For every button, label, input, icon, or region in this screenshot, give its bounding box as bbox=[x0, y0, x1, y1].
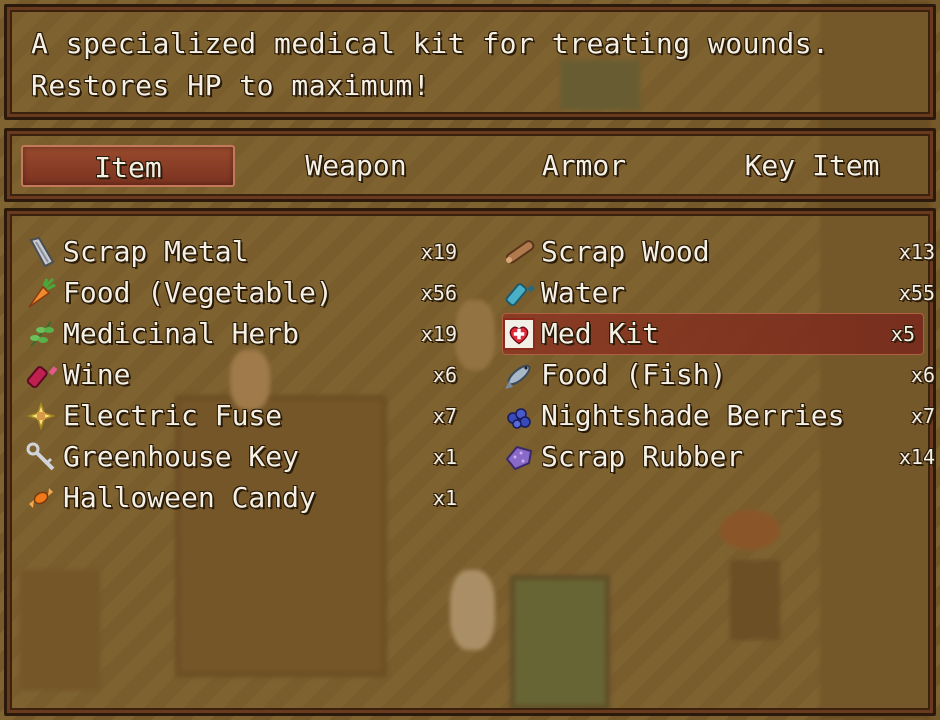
list-item-scrap-metal[interactable]: Scrap Metal x19 bbox=[25, 232, 465, 272]
tab-item[interactable]: Item bbox=[21, 145, 235, 187]
scrap-metal-icon bbox=[29, 236, 55, 268]
list-item-scrap-wood[interactable]: Scrap Wood x13 bbox=[503, 232, 940, 272]
water-bottle-icon bbox=[505, 283, 535, 307]
help-text-line-2: Restores HP to maximum! bbox=[31, 69, 431, 102]
tab-armor[interactable]: Armor bbox=[477, 145, 691, 187]
category-tabs: Item Weapon Armor Key Item bbox=[4, 128, 936, 202]
list-item-greenhouse-key[interactable]: Greenhouse Key x1 bbox=[25, 437, 465, 477]
list-item-food-fish[interactable]: Food (Fish) x6 bbox=[503, 355, 940, 395]
wine-bottle-icon bbox=[26, 366, 57, 389]
item-name: Food (Vegetable) bbox=[63, 276, 333, 309]
item-name: Scrap Metal bbox=[63, 235, 249, 268]
tab-weapon[interactable]: Weapon bbox=[249, 145, 463, 187]
item-name: Scrap Wood bbox=[541, 235, 710, 268]
item-count: x6 bbox=[432, 363, 457, 387]
item-count: x5 bbox=[890, 322, 915, 346]
item-list: Scrap Metal x19 Scrap Wood x13 Food (Veg… bbox=[4, 208, 936, 716]
help-text-line-1: A specialized medical kit for treating w… bbox=[31, 27, 830, 60]
carrot-icon bbox=[28, 277, 56, 308]
list-item-water[interactable]: Water x55 bbox=[503, 273, 940, 313]
list-item-nightshade-berries[interactable]: Nightshade Berries x7 bbox=[503, 396, 940, 436]
item-count: x13 bbox=[898, 240, 935, 264]
item-count: x19 bbox=[420, 322, 457, 346]
item-name: Halloween Candy bbox=[63, 481, 316, 514]
item-name: Electric Fuse bbox=[63, 399, 283, 432]
berries-icon bbox=[507, 408, 531, 429]
fish-icon bbox=[505, 364, 531, 389]
item-name: Medicinal Herb bbox=[63, 317, 300, 350]
item-count: x14 bbox=[898, 445, 935, 469]
scrap-wood-icon bbox=[505, 240, 535, 264]
item-count: x1 bbox=[432, 445, 457, 469]
item-name: Food (Fish) bbox=[541, 358, 727, 391]
item-name: Nightshade Berries bbox=[541, 399, 845, 432]
key-icon bbox=[26, 442, 55, 471]
electric-fuse-icon bbox=[26, 401, 56, 431]
item-name: Scrap Rubber bbox=[541, 440, 744, 473]
item-count: x7 bbox=[432, 404, 457, 428]
help-window: A specialized medical kit for treating w… bbox=[4, 4, 936, 120]
list-item-food-vegetable[interactable]: Food (Vegetable) x56 bbox=[25, 273, 465, 313]
item-count: x1 bbox=[432, 486, 457, 510]
list-item-wine[interactable]: Wine x6 bbox=[25, 355, 465, 395]
item-count: x56 bbox=[420, 281, 457, 305]
item-count: x19 bbox=[420, 240, 457, 264]
item-count: x7 bbox=[910, 404, 935, 428]
list-item-electric-fuse[interactable]: Electric Fuse x7 bbox=[25, 396, 465, 436]
tab-key-item[interactable]: Key Item bbox=[705, 145, 919, 187]
candy-icon bbox=[29, 488, 53, 508]
item-name: Wine bbox=[63, 358, 131, 391]
list-item-med-kit[interactable]: Med Kit x5 bbox=[503, 314, 923, 354]
scrap-rubber-icon bbox=[505, 445, 533, 471]
list-item-medicinal-herb[interactable]: Medicinal Herb x19 bbox=[25, 314, 465, 354]
item-name: Water bbox=[541, 276, 626, 309]
herb-icon bbox=[30, 321, 54, 347]
list-item-scrap-rubber[interactable]: Scrap Rubber x14 bbox=[503, 437, 940, 477]
item-name: Med Kit bbox=[541, 317, 660, 350]
item-name: Greenhouse Key bbox=[63, 440, 300, 473]
item-count: x6 bbox=[910, 363, 935, 387]
med-kit-icon bbox=[503, 318, 535, 350]
list-item-halloween-candy[interactable]: Halloween Candy x1 bbox=[25, 478, 465, 518]
item-count: x55 bbox=[898, 281, 935, 305]
